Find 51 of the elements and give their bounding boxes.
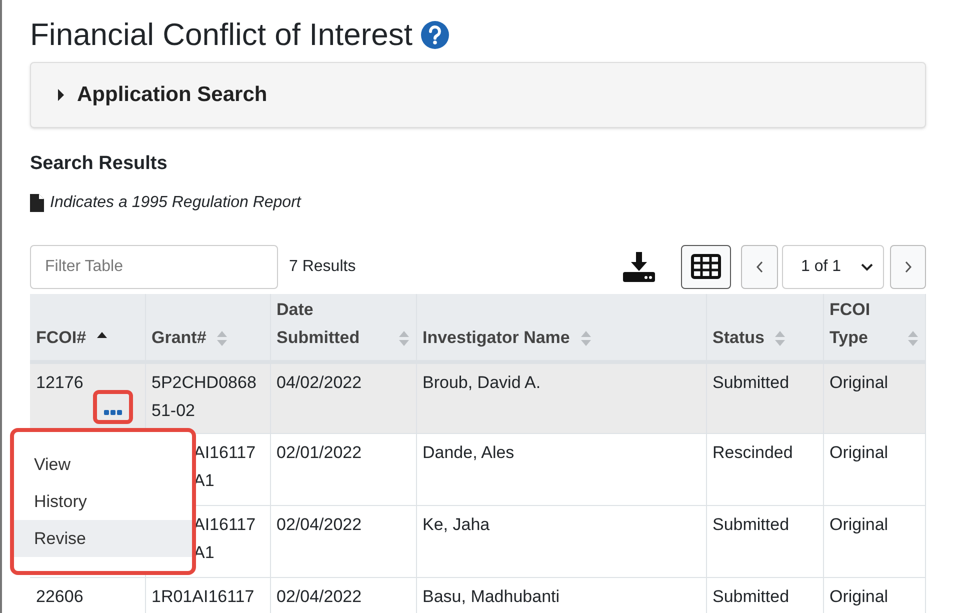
table-cell: Rescinded — [712, 443, 793, 462]
table-cell: Submitted — [712, 515, 790, 534]
table-cell: Original — [830, 515, 888, 534]
table-cell: 04/02/2022 — [276, 372, 362, 392]
table-cell: Original — [830, 372, 888, 392]
table-cell: Ke, Jaha — [422, 515, 490, 534]
table-cell: Original — [830, 587, 888, 606]
table-cell: 1R01AI16117 — [152, 587, 254, 606]
legend-text: Indicates a 1995 Regulation Report — [50, 192, 301, 212]
section-heading: Search Results — [30, 152, 168, 176]
download-icon[interactable] — [623, 252, 655, 282]
table-cell: 02/04/2022 — [276, 587, 362, 606]
table-cell: Basu, Madhubanti — [422, 587, 560, 606]
table-cell: Original — [830, 443, 888, 462]
column-header[interactable]: Investigator Name — [422, 324, 570, 352]
search-panel[interactable]: Application Search — [30, 62, 926, 128]
column-header[interactable]: Grant# — [152, 324, 206, 352]
page-select[interactable]: 1 of 1 — [782, 244, 884, 288]
document-icon — [30, 194, 44, 212]
sort-icon[interactable] — [216, 330, 228, 346]
sort-icon[interactable] — [398, 330, 410, 346]
table-cell: 12176 — [36, 372, 84, 392]
chevron-right-icon — [904, 260, 912, 272]
next-page-button[interactable] — [890, 244, 926, 288]
chevron-left-icon — [756, 260, 764, 272]
table-cell: 02/01/2022 — [276, 443, 362, 462]
table-cell: Broub, David A. — [422, 372, 541, 392]
sort-icon[interactable] — [580, 330, 592, 346]
help-icon[interactable] — [420, 21, 449, 49]
column-header[interactable]: FCOI# — [36, 324, 86, 352]
columns-button[interactable] — [681, 244, 731, 288]
table-cell: 22606 — [36, 587, 84, 606]
table-cell: 02/04/2022 — [276, 515, 362, 534]
chevron-down-icon — [861, 262, 873, 270]
filter-field[interactable]: Filter Table — [30, 244, 278, 288]
column-header[interactable]: Status — [712, 324, 764, 352]
page-title: Financial Conflict of Interest — [30, 16, 413, 54]
table-cell: Submitted — [712, 587, 790, 606]
more-actions-button[interactable] — [93, 390, 133, 424]
ellipsis-icon — [104, 410, 122, 416]
previous-page-button[interactable] — [741, 244, 778, 288]
table-icon — [691, 254, 721, 279]
sort-icon[interactable] — [906, 330, 918, 346]
menu-item[interactable]: Revise — [14, 520, 192, 557]
column-header[interactable]: FCOI Type — [830, 296, 896, 352]
table-cell: Dande, Ales — [422, 443, 514, 462]
table-cell: 5P2CHD086851-02 — [152, 372, 256, 420]
table-cell: Submitted — [712, 372, 790, 392]
column-header[interactable]: Date Submitted — [276, 296, 388, 352]
results-count: 7 Results — [289, 256, 356, 276]
sort-icon[interactable] — [774, 330, 786, 346]
